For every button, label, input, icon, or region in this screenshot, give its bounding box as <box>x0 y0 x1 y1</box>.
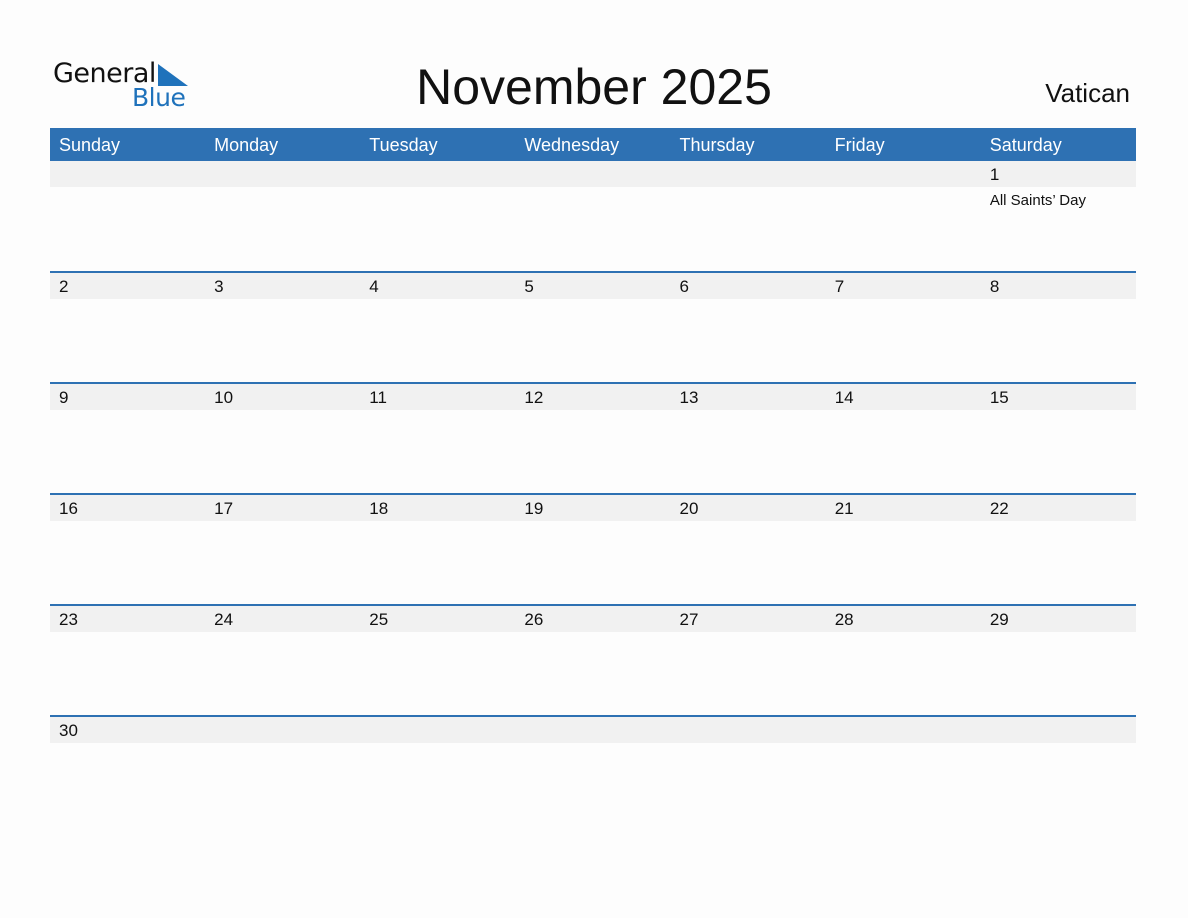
day-cell: 15 <box>981 384 1136 495</box>
day-number: 7 <box>834 277 845 296</box>
day-cell: 13 <box>671 384 826 495</box>
day-cell <box>981 717 1136 828</box>
day-cell: 8 <box>981 273 1136 384</box>
day-cell: 21 <box>826 495 981 606</box>
weekday-saturday: Saturday <box>989 135 1062 155</box>
day-cell: 3 <box>205 273 360 384</box>
day-number: 18 <box>369 499 389 518</box>
day-cell <box>50 161 205 272</box>
day-cell: 6 <box>671 273 826 384</box>
day-number: 16 <box>59 499 78 518</box>
day-cell: 22 <box>981 495 1136 606</box>
weekday-monday: Monday <box>214 135 279 155</box>
day-number: 28 <box>834 610 854 629</box>
day-cell: 30 <box>50 717 205 828</box>
day-number: 14 <box>834 388 854 407</box>
day-number: 19 <box>524 499 544 518</box>
day-cell <box>826 717 981 828</box>
week-row: 9 10 11 12 13 14 15 <box>50 382 1136 495</box>
day-cell: 26 <box>515 606 670 717</box>
day-cell: 10 <box>205 384 360 495</box>
day-number: 22 <box>989 499 1009 518</box>
day-number: 17 <box>214 499 234 518</box>
weekday-tuesday: Tuesday <box>369 135 438 155</box>
day-number: 9 <box>59 388 69 407</box>
day-number: 26 <box>524 610 544 629</box>
day-cell: 11 <box>360 384 515 495</box>
week-row: 30 <box>50 715 1136 828</box>
day-number: 1 <box>989 165 1000 184</box>
weekday-wednesday: Wednesday <box>524 135 620 155</box>
day-cell <box>671 161 826 272</box>
day-number: 10 <box>214 388 234 407</box>
day-cell <box>205 161 360 272</box>
day-number: 5 <box>524 277 534 296</box>
day-cell: 9 <box>50 384 205 495</box>
day-number: 12 <box>524 388 544 407</box>
week-row: 16 17 18 19 20 21 22 <box>50 493 1136 606</box>
day-cell: 24 <box>205 606 360 717</box>
day-cell <box>515 717 670 828</box>
day-number: 3 <box>214 277 224 296</box>
weekday-thursday: Thursday <box>679 135 755 155</box>
day-number: 23 <box>59 610 78 629</box>
week-row: 2 3 4 5 6 7 8 <box>50 271 1136 384</box>
page-title: November 2025 <box>416 59 772 115</box>
week-row: 23 24 25 26 27 28 29 <box>50 604 1136 717</box>
day-cell: 12 <box>515 384 670 495</box>
day-number: 30 <box>59 721 78 740</box>
day-cell <box>205 717 360 828</box>
day-number: 21 <box>834 499 854 518</box>
day-cell: 25 <box>360 606 515 717</box>
day-cell: 2 <box>50 273 205 384</box>
day-cell: 29 <box>981 606 1136 717</box>
weekday-header: Sunday Monday Tuesday Wednesday Thursday… <box>50 128 1136 161</box>
day-cell: 7 <box>826 273 981 384</box>
weekday-sunday: Sunday <box>59 135 121 155</box>
holiday-label: All Saints’ Day <box>989 192 1086 209</box>
day-number: 4 <box>369 277 379 296</box>
day-cell: 17 <box>205 495 360 606</box>
day-number: 27 <box>679 610 699 629</box>
day-cell: 5 <box>515 273 670 384</box>
day-cell: 1 All Saints’ Day <box>981 161 1136 272</box>
day-cell: 28 <box>826 606 981 717</box>
country-label: Vatican <box>1045 78 1130 108</box>
day-cell: 16 <box>50 495 205 606</box>
day-number: 6 <box>679 277 690 296</box>
day-number: 13 <box>679 388 699 407</box>
day-cell <box>515 161 670 272</box>
day-number: 15 <box>989 388 1009 407</box>
day-number: 29 <box>989 610 1009 629</box>
day-cell <box>360 161 515 272</box>
day-number: 25 <box>369 610 389 629</box>
week-row: 1 All Saints’ Day <box>50 161 1136 272</box>
day-cell: 27 <box>671 606 826 717</box>
day-number: 8 <box>989 277 1000 296</box>
weekday-friday: Friday <box>834 135 885 155</box>
day-number: 24 <box>214 610 234 629</box>
day-number: 11 <box>369 388 387 407</box>
day-cell <box>826 161 981 272</box>
day-cell: 14 <box>826 384 981 495</box>
day-cell: 23 <box>50 606 205 717</box>
day-number: 20 <box>679 499 699 518</box>
day-cell: 20 <box>671 495 826 606</box>
day-cell <box>671 717 826 828</box>
day-cell: 19 <box>515 495 670 606</box>
day-cell: 18 <box>360 495 515 606</box>
day-cell <box>360 717 515 828</box>
day-number: 2 <box>59 277 69 296</box>
day-cell: 4 <box>360 273 515 384</box>
